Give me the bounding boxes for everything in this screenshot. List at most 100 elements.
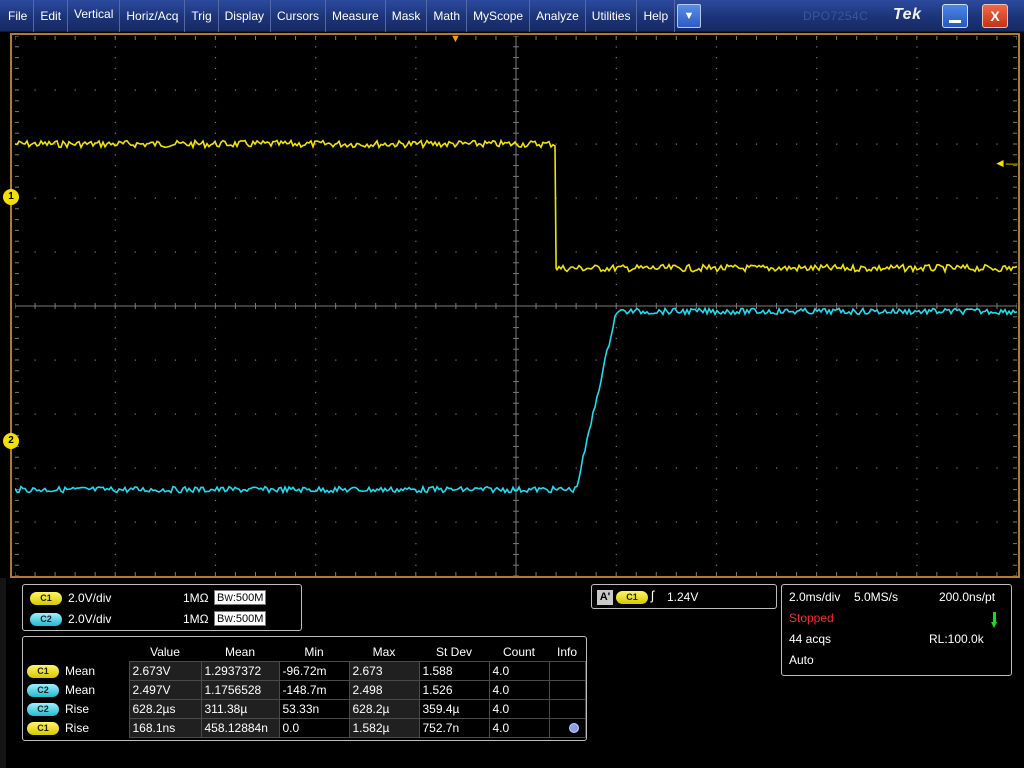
ch1-badge: C1 (30, 592, 62, 606)
ch2-badge: C2 (30, 613, 62, 627)
trigger-position-marker[interactable]: ▼ (450, 34, 461, 45)
menu-analyze[interactable]: Analyze (530, 0, 586, 32)
ch2-impedance: 1MΩ (183, 612, 209, 626)
ch2-bandwidth: BW:500M (214, 611, 267, 626)
measurement-header-row: Value Mean Min Max St Dev Count Info (27, 643, 585, 661)
menu-vertical[interactable]: Vertical (68, 0, 121, 32)
menu-display[interactable]: Display (219, 0, 271, 32)
menu-help[interactable]: Help (637, 0, 676, 32)
measurement-row[interactable]: C2 Rise 628.2µs 311.38µ 53.33n 628.2µ 359.4µ 4.… (27, 698, 586, 719)
menu-horiz-acq[interactable]: Horiz/Acq (120, 0, 186, 32)
menu-math[interactable]: Math (427, 0, 468, 32)
menu-edit[interactable]: Edit (34, 0, 69, 32)
measurement-source: C1 (27, 718, 59, 737)
bw-value: :500M (232, 613, 264, 625)
run-state-arrow-icon (991, 612, 997, 628)
tek-logo: Tek (893, 6, 922, 23)
ch1-ground-marker[interactable]: 1 (3, 189, 19, 205)
measurement-mean: 311.38µ (200, 698, 280, 719)
waveform-display[interactable] (15, 36, 1017, 576)
measurement-stdev: 752.7n (418, 717, 490, 738)
measurement-source: C2 (27, 699, 59, 718)
bw-sub: W (224, 593, 233, 603)
header-max: Max (372, 644, 396, 659)
measurement-row[interactable]: C2 Mean 2.497V 1.1756528 -148.7m 2.498 1.526 4.… (27, 679, 586, 700)
measurement-count: 4.0 (488, 679, 550, 700)
measurement-row[interactable]: C1 Rise 168.1ns 458.12884n 0.0 1.582µ 752.7n 4.… (27, 717, 586, 738)
rising-edge-icon: ʃ (651, 588, 654, 603)
acquisition-readout-panel[interactable]: 2.0ms/div 5.0MS/s 200.0ns/pt Stopped 44 … (781, 584, 1012, 676)
measurement-count: 4.0 (488, 698, 550, 719)
header-min: Min (304, 644, 324, 659)
header-value: Value (150, 644, 180, 659)
measurement-type: Rise (65, 720, 90, 735)
channel-readout-panel[interactable]: C1 2.0V/div 1MΩ BW:500M C2 2.0V/div 1MΩ … (22, 584, 302, 631)
ch1-impedance: 1MΩ (183, 591, 209, 605)
ch1-scale: 2.0V/div (68, 591, 112, 605)
measurement-max: 1.582µ (348, 717, 420, 738)
info-icon[interactable] (568, 723, 579, 734)
measurement-min: 0.0 (278, 717, 350, 738)
measurement-info[interactable] (548, 717, 586, 738)
header-count: Count (502, 644, 536, 659)
minimize-button[interactable] (942, 4, 968, 28)
measurement-source: C1 (27, 661, 59, 680)
measurement-mean: 1.1756528 (200, 679, 280, 700)
measurement-mean: 458.12884n (200, 717, 280, 738)
measurement-value: 168.1ns (128, 717, 202, 738)
menu-bar: File Edit Vertical Horiz/Acq Trig Displa… (0, 0, 1024, 32)
header-mean: Mean (224, 644, 256, 659)
menu-cursors[interactable]: Cursors (271, 0, 327, 32)
source-badge: C1 (27, 721, 59, 735)
trigger-level-marker[interactable]: ◄— (994, 156, 1018, 170)
timebase: 2.0ms/div (789, 590, 841, 604)
measurement-panel[interactable]: Value Mean Min Max St Dev Count Info C1 M… (22, 636, 587, 741)
trigger-a-badge: A' (597, 590, 613, 605)
measurement-value: 2.673V (128, 660, 202, 681)
menu-file[interactable]: File (2, 0, 35, 32)
measurement-stdev: 1.588 (418, 660, 490, 681)
menu-measure[interactable]: Measure (326, 0, 386, 32)
ch2-scale: 2.0V/div (68, 612, 112, 626)
menu-myscope[interactable]: MyScope (467, 0, 531, 32)
measurement-stdev: 1.526 (418, 679, 490, 700)
measurement-info[interactable] (548, 698, 586, 719)
ch1-readout[interactable]: C1 2.0V/div 1MΩ BW:500M (30, 590, 267, 607)
menu-utilities[interactable]: Utilities (586, 0, 638, 32)
measurement-max: 2.673 (348, 660, 420, 681)
measurement-min: -148.7m (278, 679, 350, 700)
menu-trig[interactable]: Trig (185, 0, 219, 32)
measurement-count: 4.0 (488, 717, 550, 738)
bw-sub: W (224, 614, 233, 624)
time-per-point: 200.0ns/pt (939, 590, 996, 604)
measurement-info[interactable] (548, 679, 586, 700)
measurement-value: 628.2µs (128, 698, 202, 719)
acquisition-count: 44 acqs (789, 632, 832, 646)
measurement-type: Mean (65, 682, 96, 697)
measurement-source: C2 (27, 680, 59, 699)
measurement-max: 628.2µ (348, 698, 420, 719)
bw-value: :500M (232, 592, 264, 604)
trigger-source-badge: C1 (616, 591, 648, 604)
minimize-icon (949, 20, 961, 23)
close-button[interactable]: X (982, 4, 1008, 28)
measurement-stdev: 359.4µ (418, 698, 490, 719)
measurement-table: Value Mean Min Max St Dev Count Info C1 M… (27, 643, 586, 738)
ch2-readout[interactable]: C2 2.0V/div 1MΩ BW:500M (30, 611, 267, 628)
menu-mask[interactable]: Mask (386, 0, 428, 32)
menu-items: File Edit Vertical Horiz/Acq Trig Displa… (2, 0, 676, 32)
measurement-max: 2.498 (348, 679, 420, 700)
measurement-type: Rise (65, 701, 90, 716)
measurement-row[interactable]: C1 Mean 2.673V 1.2937372 -96.72m 2.673 1.588 4.… (27, 660, 586, 681)
ch1-bandwidth: BW:500M (214, 590, 267, 605)
chevron-down-icon[interactable]: ▼ (677, 4, 701, 28)
record-length: RL:100.0k (929, 632, 984, 646)
measurement-info[interactable] (548, 660, 586, 681)
trigger-level: 1.24V (667, 590, 699, 604)
acquisition-state: Stopped (789, 611, 834, 625)
measurement-min: 53.33n (278, 698, 350, 719)
header-stdev: St Dev (435, 644, 472, 659)
trigger-readout-panel[interactable]: A' C1 ʃ 1.24V (591, 584, 777, 609)
ch2-ground-marker[interactable]: 2 (3, 433, 19, 449)
source-badge: C2 (27, 683, 59, 697)
